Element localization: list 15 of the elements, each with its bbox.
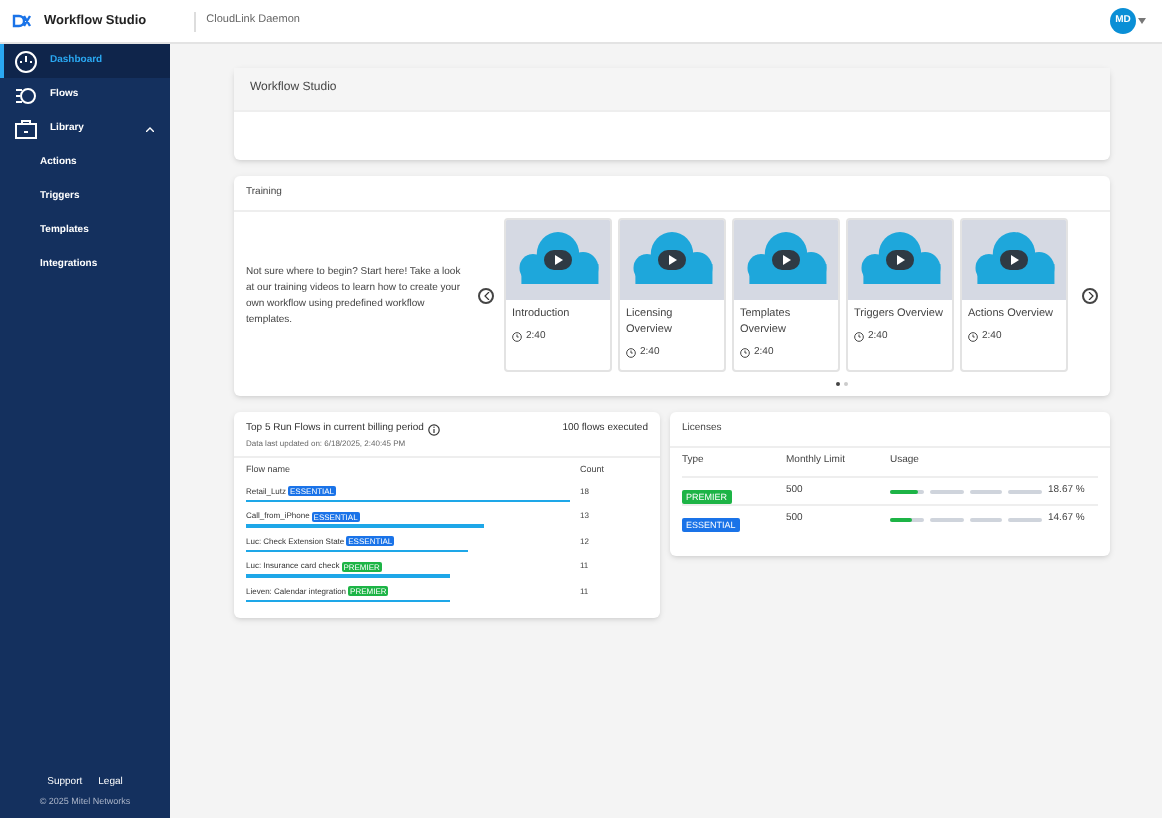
- caret-icon[interactable]: [1138, 18, 1146, 24]
- previous-button[interactable]: [478, 287, 494, 303]
- logo-icon: [12, 14, 32, 28]
- gauge-icon: [14, 49, 38, 73]
- chevron-right-icon: [1087, 291, 1093, 299]
- flows-icon: [14, 83, 38, 107]
- chevron-left-icon: [483, 291, 489, 299]
- clock-icon: [512, 332, 522, 343]
- clock-icon: [626, 348, 636, 359]
- clock-icon: [968, 332, 978, 343]
- clock-icon: [740, 348, 750, 359]
- info-icon: [427, 423, 440, 436]
- briefcase-icon: [14, 117, 38, 141]
- clock-icon: [854, 332, 864, 343]
- next-button[interactable]: [1082, 287, 1098, 303]
